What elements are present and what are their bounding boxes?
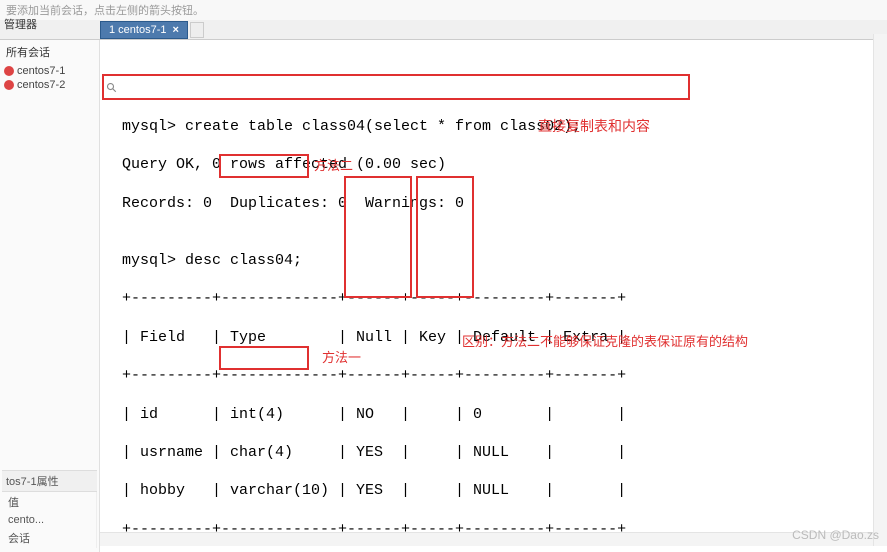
- main-area: 所有会话 centos7-1 centos7-2 tos7-1属性 值 cent…: [0, 40, 887, 552]
- session-label: centos7-1: [17, 65, 65, 77]
- top-hint-bar: 要添加当前会话，点击左侧的箭头按钮。: [0, 0, 887, 20]
- new-tab-button[interactable]: [190, 22, 204, 38]
- prop-value: 会话: [2, 528, 97, 548]
- scrollbar-vertical[interactable]: [873, 34, 887, 546]
- session-label: centos7-2: [17, 79, 65, 91]
- terminal-line: | id | int(4) | NO | | 0 | |: [122, 405, 883, 424]
- terminal-line: Records: 0 Duplicates: 0 Warnings: 0: [122, 194, 883, 213]
- prop-col-header: 值: [2, 492, 97, 512]
- terminal-line: | usrname | char(4) | YES | | NULL | |: [122, 443, 883, 462]
- terminal-line: Query OK, 0 rows affected (0.00 sec): [122, 155, 883, 174]
- watermark: CSDN @Dao.zs: [792, 528, 879, 542]
- terminal-line: | hobby | varchar(10) | YES | | NULL | |: [122, 481, 883, 500]
- tab-centos7-1[interactable]: 1 centos7-1 ×: [100, 21, 188, 39]
- annotation: 区别：方法二不能够保证克隆的表保证原有的结构: [462, 334, 748, 351]
- properties-title: tos7-1属性: [2, 471, 97, 492]
- manager-label: 管理器: [4, 16, 37, 32]
- scrollbar-horizontal[interactable]: [100, 532, 873, 546]
- session-icon: [4, 80, 14, 90]
- session-centos7-1[interactable]: centos7-1: [2, 64, 97, 78]
- tab-label: 1 centos7-1: [109, 24, 166, 36]
- annotation: 直接复制表和内容: [538, 118, 650, 136]
- session-centos7-2[interactable]: centos7-2: [2, 78, 97, 92]
- tab-bar: 管理器 1 centos7-1 ×: [0, 20, 887, 40]
- terminal-line: mysql> create table class04(select * fro…: [122, 117, 883, 136]
- prop-value: cento...: [2, 512, 97, 528]
- terminal-line: +---------+-------------+------+-----+--…: [122, 366, 883, 385]
- terminal-line: +---------+-------------+------+-----+--…: [122, 289, 883, 308]
- terminal[interactable]: mysql> create table class04(select * fro…: [100, 40, 887, 552]
- search-icon[interactable]: [106, 82, 118, 94]
- annotation: 方法二: [314, 158, 353, 175]
- annotation: 方法一: [322, 350, 361, 367]
- sidebar: 所有会话 centos7-1 centos7-2 tos7-1属性 值 cent…: [0, 40, 100, 552]
- highlight-box: [102, 74, 690, 100]
- sidebar-header: 所有会话: [2, 44, 97, 60]
- close-icon[interactable]: ×: [172, 24, 178, 36]
- session-icon: [4, 66, 14, 76]
- properties-panel: tos7-1属性 值 cento... 会话: [2, 470, 97, 548]
- terminal-line: mysql> desc class04;: [122, 251, 883, 270]
